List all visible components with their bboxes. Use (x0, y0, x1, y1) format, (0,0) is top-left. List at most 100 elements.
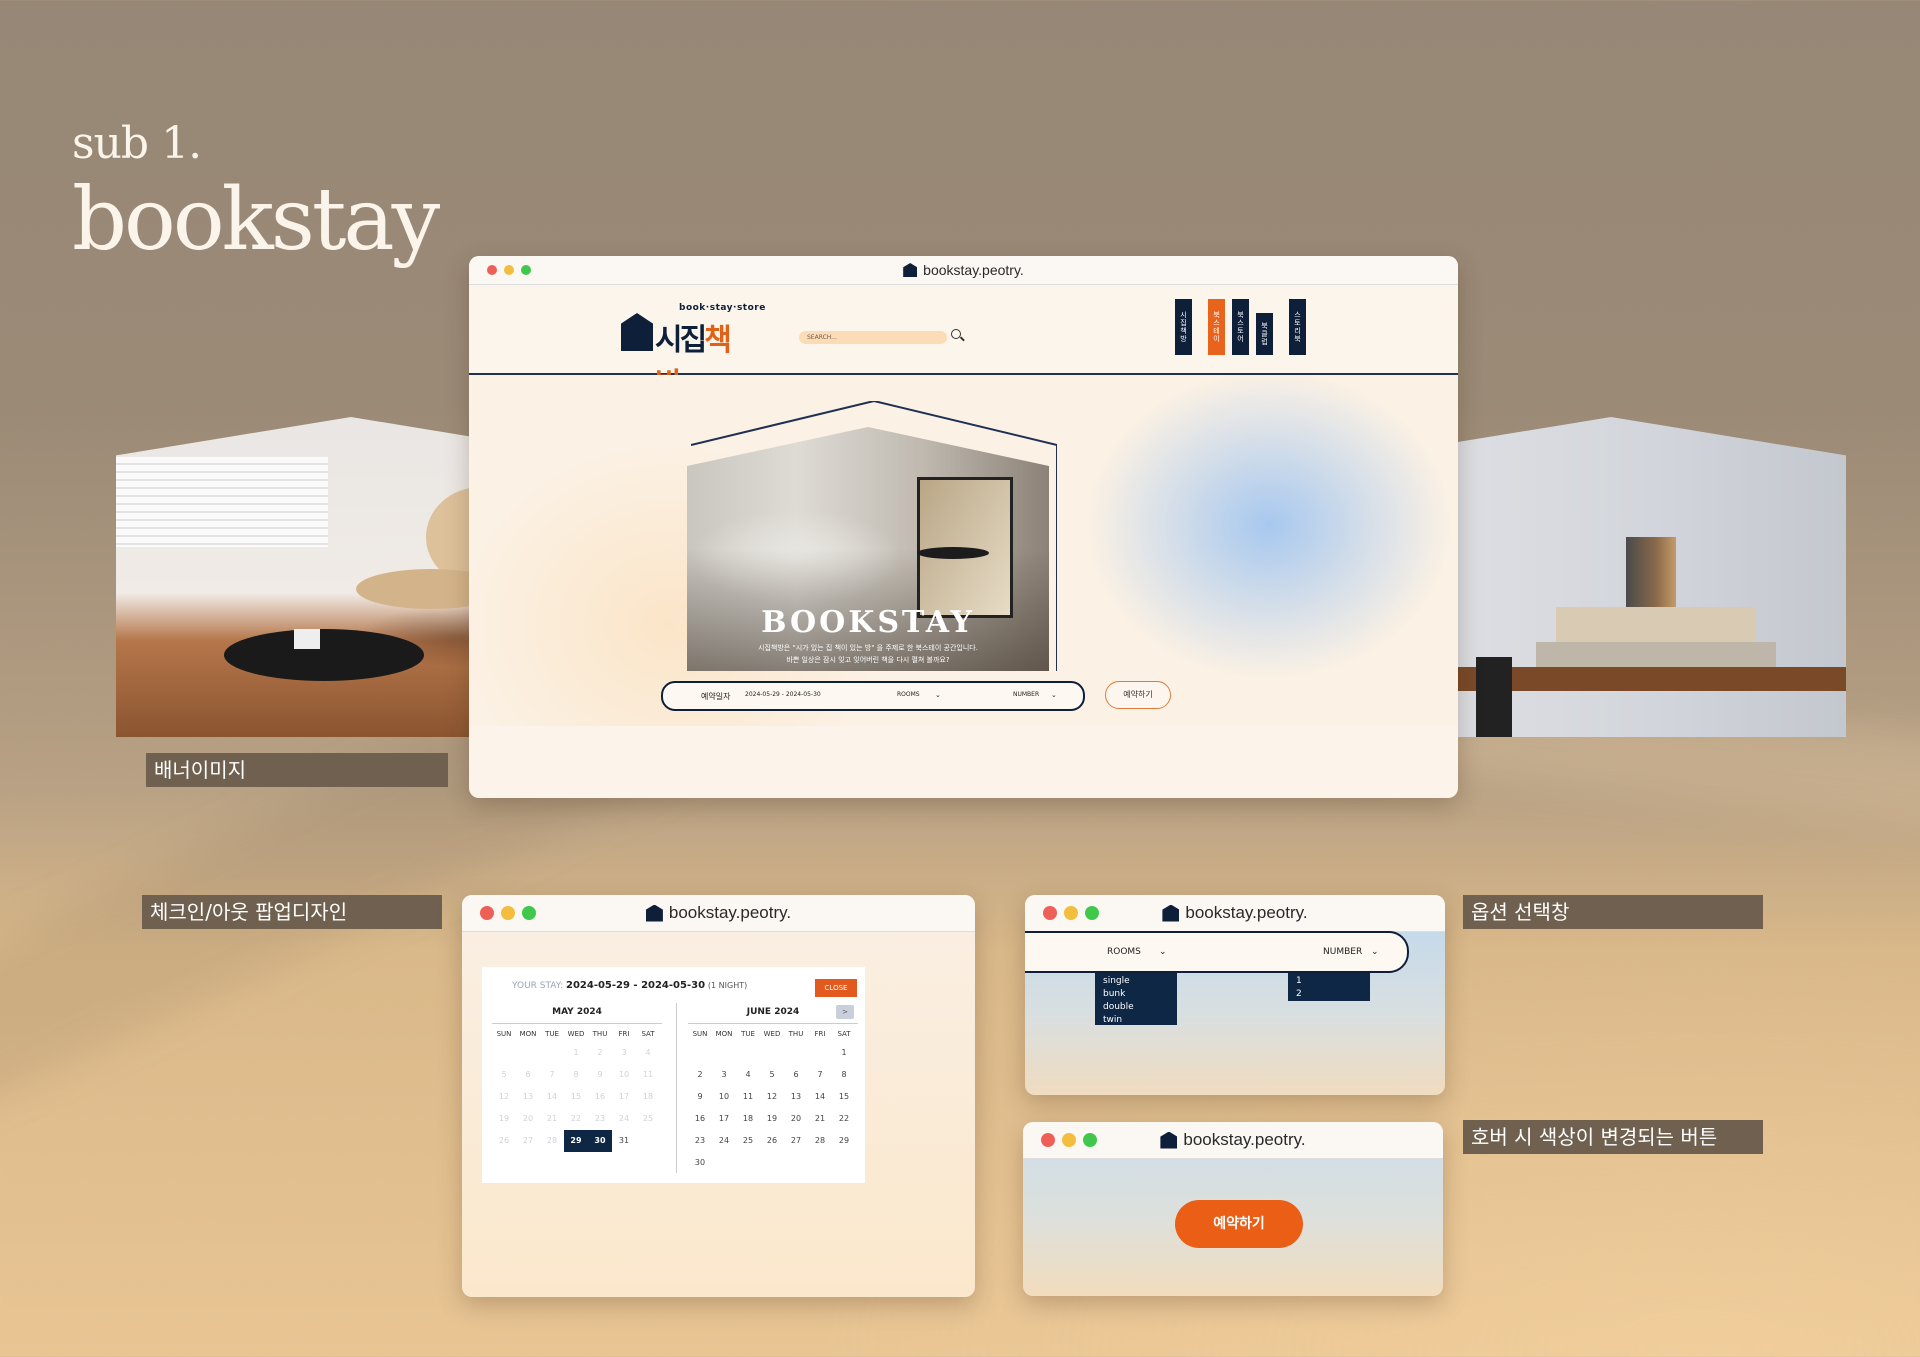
section-title: bookstay (72, 170, 440, 270)
window-controls (487, 265, 531, 275)
site-logo-icon (903, 263, 918, 277)
weekday-header: SUN (496, 1030, 512, 1038)
calendar-day[interactable]: 19 (760, 1108, 784, 1130)
calendar-day[interactable]: 14 (808, 1086, 832, 1108)
maximize-dot[interactable] (521, 265, 531, 275)
number-select[interactable]: NUMBER (1013, 691, 1039, 698)
maximize-dot[interactable] (1083, 1133, 1097, 1147)
calendar-day[interactable]: 9 (688, 1086, 712, 1108)
calendar-day[interactable]: 3 (712, 1064, 736, 1086)
minimize-dot[interactable] (1062, 1133, 1076, 1147)
calendar-day[interactable]: 4 (736, 1064, 760, 1086)
calendar-day: 3 (621, 1048, 627, 1057)
nav-item-bookclub[interactable]: 북클럽 (1256, 313, 1273, 355)
address-bar[interactable]: bookstay.peotry. (1160, 1130, 1306, 1150)
nav-item-poetry-bookstore[interactable]: 시집책방 (1175, 299, 1192, 355)
calendar-day[interactable]: 21 (808, 1108, 832, 1130)
empty-cell (760, 1042, 784, 1064)
calendar-day[interactable]: 26 (760, 1130, 784, 1152)
calendar-day[interactable]: 18 (736, 1108, 760, 1130)
site-logo[interactable]: book·stay·store 시집책방 (621, 303, 765, 402)
calendar-day[interactable]: 24 (712, 1130, 736, 1152)
calendar-day: 11 (642, 1070, 654, 1079)
calendar-day[interactable]: 28 (808, 1130, 832, 1152)
close-dot[interactable] (487, 265, 497, 275)
calendar-day[interactable]: 23 (688, 1130, 712, 1152)
room-option-single[interactable]: single (1103, 975, 1169, 988)
calendar-day[interactable]: 8 (832, 1064, 856, 1086)
weekday-header: WED (567, 1030, 585, 1038)
calendar-day: 15 (570, 1092, 582, 1101)
main-browser-window: bookstay.peotry. book·stay·store 시집책방 SE… (469, 256, 1458, 798)
minimize-dot[interactable] (504, 265, 514, 275)
calendar-day[interactable]: 10 (712, 1086, 736, 1108)
calendar-day[interactable]: 7 (808, 1064, 832, 1086)
chevron-down-icon[interactable]: ⌄ (1051, 691, 1057, 699)
rooms-select[interactable]: ROOMS (897, 691, 920, 698)
number-select[interactable]: NUMBER (1323, 947, 1362, 957)
nav-item-bookstore[interactable]: 북스토어 (1232, 299, 1249, 355)
site-header: book·stay·store 시집책방 SEARCH... 시집책방 북스테이… (469, 285, 1458, 402)
calendar-day[interactable]: 30 (688, 1152, 712, 1174)
minimize-dot[interactable] (501, 906, 515, 920)
chevron-down-icon[interactable]: ⌄ (1371, 947, 1379, 957)
browser-titlebar: bookstay.peotry. (1023, 1122, 1443, 1159)
search-icon[interactable] (951, 329, 961, 339)
calendar-day[interactable]: 12 (760, 1086, 784, 1108)
hover-browser-window: bookstay.peotry. 예약하기 (1023, 1122, 1443, 1296)
close-dot[interactable] (1041, 1133, 1055, 1147)
calendar-day[interactable]: 5 (760, 1064, 784, 1086)
calendar-day[interactable]: 30 (588, 1130, 612, 1152)
number-option-2[interactable]: 2 (1296, 988, 1362, 1001)
calendar-day: 10 (618, 1070, 630, 1079)
calendar-day[interactable]: 16 (688, 1108, 712, 1130)
calendar-day[interactable]: 11 (736, 1086, 760, 1108)
reserve-button-hover[interactable]: 예약하기 (1175, 1200, 1303, 1248)
calendar-day[interactable]: 1 (832, 1042, 856, 1064)
calendar-day[interactable]: 22 (832, 1108, 856, 1130)
calendar-day: 22 (570, 1114, 582, 1123)
nav-item-storybook[interactable]: 스토리북 (1289, 299, 1306, 355)
room-option-twin[interactable]: twin (1103, 1014, 1169, 1027)
calendar-day[interactable]: 2 (688, 1064, 712, 1086)
address-bar[interactable]: bookstay.peotry. (903, 262, 1024, 278)
chevron-down-icon[interactable]: ⌄ (1159, 947, 1167, 957)
close-dot[interactable] (480, 906, 494, 920)
room-option-bunk[interactable]: bunk (1103, 988, 1169, 1001)
calendar-day[interactable]: 29 (564, 1130, 588, 1152)
address-bar[interactable]: bookstay.peotry. (645, 903, 792, 923)
calendar-day[interactable]: 20 (784, 1108, 808, 1130)
weekday-header: SUN (692, 1030, 708, 1038)
stay-summary: YOUR STAY: 2024-05-29 - 2024-05-30 (1 NI… (512, 980, 748, 991)
calendar-day[interactable]: 13 (784, 1086, 808, 1108)
chevron-down-icon[interactable]: ⌄ (935, 691, 941, 699)
address-bar[interactable]: bookstay.peotry. (1162, 903, 1308, 923)
number-option-1[interactable]: 1 (1296, 975, 1362, 988)
reserve-button[interactable]: 예약하기 (1105, 681, 1171, 709)
empty-cell (784, 1042, 808, 1064)
calendar-day[interactable]: 25 (736, 1130, 760, 1152)
option-browser-window: bookstay.peotry. ROOMS ⌄ NUMBER ⌄ single… (1025, 895, 1445, 1095)
close-dot[interactable] (1043, 906, 1057, 920)
calendar-day[interactable]: 17 (712, 1108, 736, 1130)
room-option-double[interactable]: double (1103, 1001, 1169, 1014)
maximize-dot[interactable] (1085, 906, 1099, 920)
calendar-day: 25 (642, 1114, 654, 1123)
url-text: bookstay.peotry. (668, 903, 792, 922)
search-input[interactable]: SEARCH... (799, 331, 947, 344)
calendar-day[interactable]: 29 (832, 1130, 856, 1152)
site-logo-icon (1160, 1131, 1178, 1149)
next-month-button[interactable]: > (836, 1005, 854, 1019)
maximize-dot[interactable] (522, 906, 536, 920)
calendar-day: 23 (594, 1114, 606, 1123)
minimize-dot[interactable] (1064, 906, 1078, 920)
close-button[interactable]: CLOSE (815, 979, 857, 997)
rooms-select[interactable]: ROOMS (1107, 947, 1141, 957)
calendar-day[interactable]: 6 (784, 1064, 808, 1086)
label-hover-button: 호버 시 색상이 변경되는 버튼 (1463, 1120, 1763, 1154)
booking-date-value[interactable]: 2024-05-29 - 2024-05-30 (745, 691, 821, 698)
calendar-day[interactable]: 31 (612, 1130, 636, 1152)
calendar-day[interactable]: 15 (832, 1086, 856, 1108)
calendar-day[interactable]: 27 (784, 1130, 808, 1152)
nav-item-bookstay[interactable]: 북스테이 (1208, 299, 1225, 355)
